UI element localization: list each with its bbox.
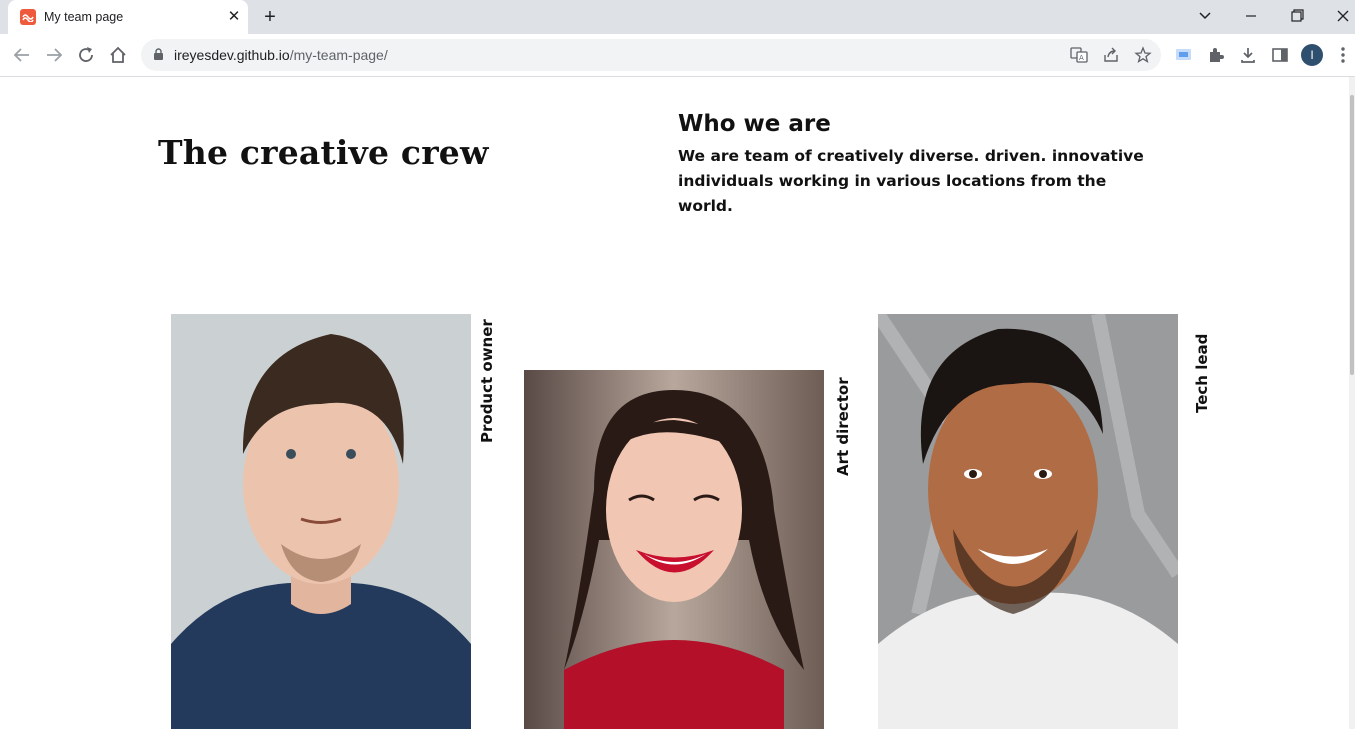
about-text: We are team of creatively diverse. drive… [678,147,1144,215]
vertical-scrollbar[interactable] [1349,77,1355,729]
browser-toolbar: ireyesdev.github.io/my-team-page/ A I [0,34,1355,77]
team-photo-art-director [524,370,824,729]
cast-icon[interactable] [1174,45,1194,65]
tab-close-icon[interactable]: ✕ [225,8,243,26]
back-icon[interactable] [11,44,33,66]
reload-icon[interactable] [75,44,97,66]
tab-search-icon[interactable] [1190,4,1220,28]
url-path: /my-team-page/ [289,47,388,63]
new-tab-button[interactable]: + [259,6,281,28]
role-art-director: Art director [834,377,852,476]
page-title: The creative crew [158,133,489,172]
browser-tab[interactable]: My team page ✕ [8,0,248,34]
portrait-man-navy-polo-icon [171,314,471,729]
about-title: Who we are [678,111,831,137]
url-domain: ireyesdev.github.io [174,47,290,63]
role-tech-lead: Tech lead [1193,333,1211,413]
team-photo-product-owner [171,314,471,729]
page-viewport: The creative crew Who we are We are team… [0,77,1349,729]
tab-strip: My team page ✕ + [0,0,1355,34]
translate-icon[interactable]: A [1070,46,1088,64]
address-bar[interactable]: ireyesdev.github.io/my-team-page/ A [141,39,1161,71]
restore-icon[interactable] [1282,4,1312,28]
minimize-icon[interactable] [1236,4,1266,28]
portrait-man-white-tee-icon [878,314,1178,729]
extensions-icon[interactable] [1206,45,1226,65]
team-photo-tech-lead [878,314,1178,729]
share-icon[interactable] [1102,46,1120,64]
profile-avatar[interactable]: I [1301,44,1323,66]
portrait-woman-red-top-icon [524,370,824,729]
home-icon[interactable] [107,44,129,66]
forward-icon[interactable] [43,44,65,66]
side-panel-icon[interactable] [1270,45,1290,65]
bookmark-star-icon[interactable] [1134,46,1152,64]
scrollbar-thumb[interactable] [1350,95,1354,375]
menu-kebab-icon[interactable] [1336,45,1355,65]
url-text[interactable]: ireyesdev.github.io/my-team-page/ [174,47,388,63]
tab-title: My team page [44,10,124,24]
svg-text:A: A [1079,54,1084,62]
role-product-owner: Product owner [478,319,496,443]
lock-icon [153,48,164,66]
site-favicon-icon [20,9,36,25]
close-window-icon[interactable] [1328,4,1355,28]
download-icon[interactable] [1238,45,1258,65]
